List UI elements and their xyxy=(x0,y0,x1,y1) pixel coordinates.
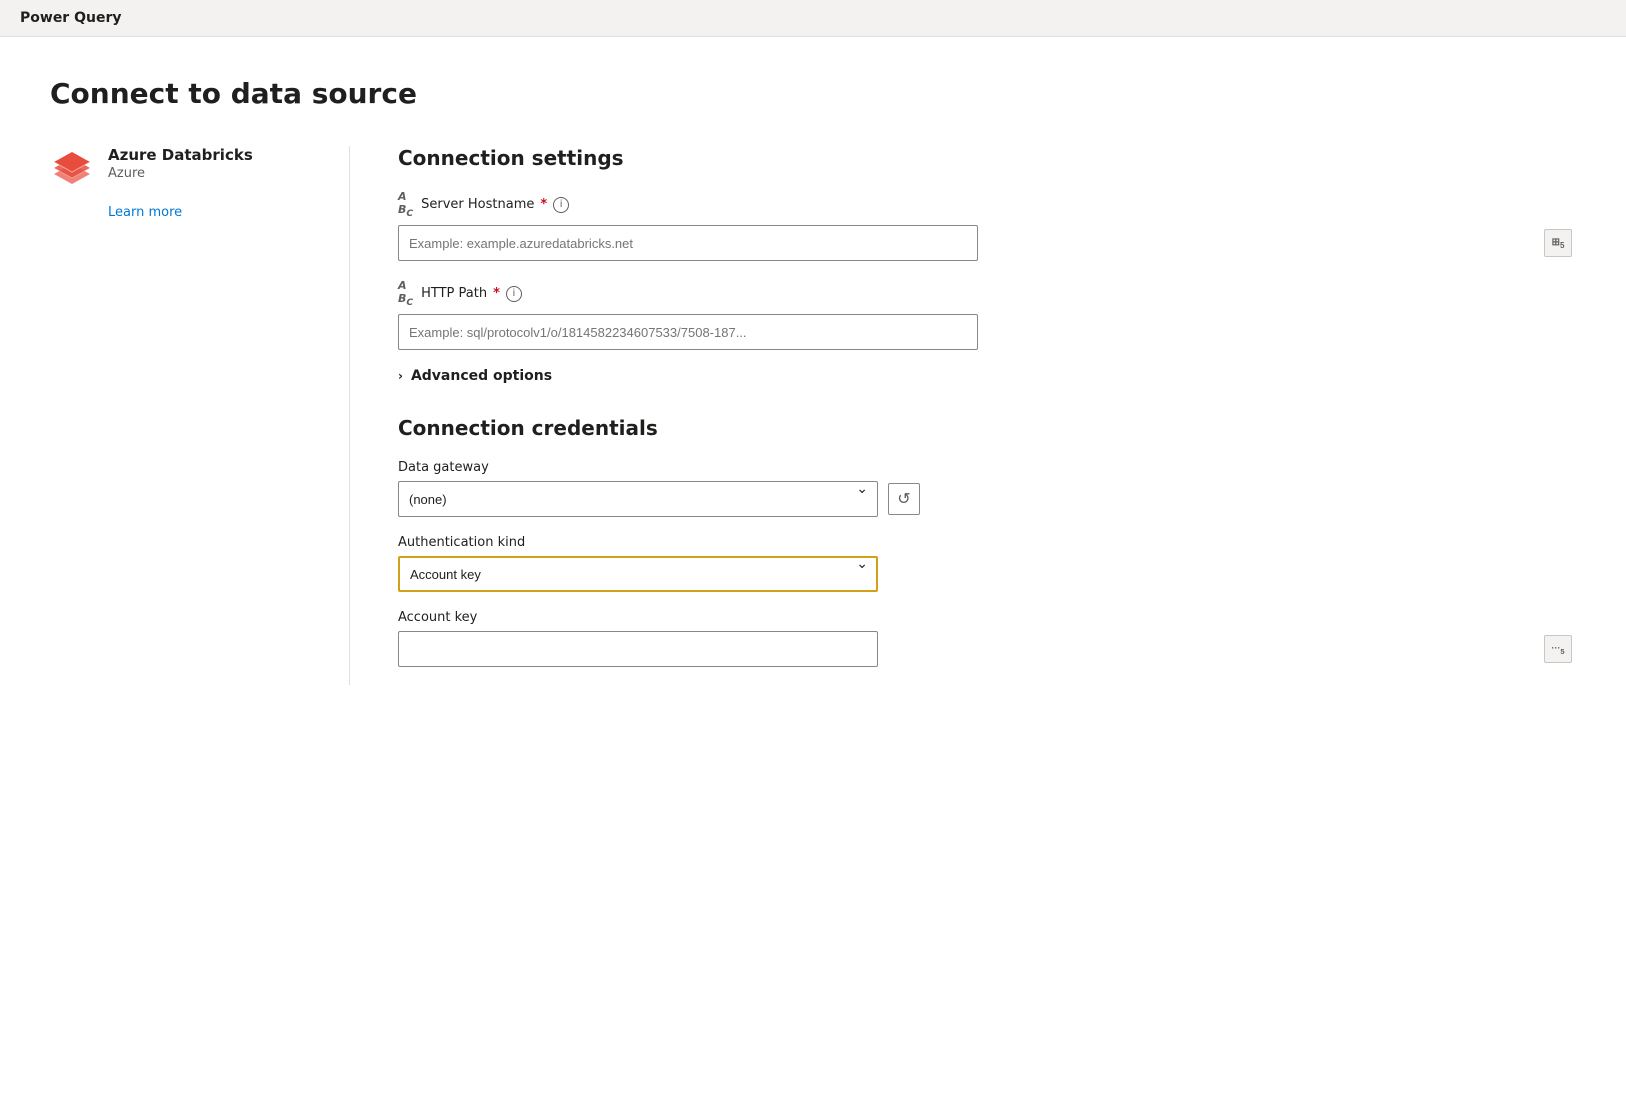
server-hostname-required: * xyxy=(540,197,547,212)
page-container: Connect to data source Azure Data xyxy=(0,37,1626,725)
page-title: Connect to data source xyxy=(50,77,1576,110)
advanced-options-toggle[interactable]: › Advanced options xyxy=(398,368,1576,384)
abc-prefix-http: ABC xyxy=(398,279,413,308)
app-title: Power Query xyxy=(20,10,121,26)
connection-settings-title: Connection settings xyxy=(398,146,1576,170)
server-hostname-input-wrapper: ⊞5 xyxy=(398,225,1576,261)
param-icon: ⊞5 xyxy=(1552,237,1565,250)
account-key-input-wrapper: ···5 xyxy=(398,631,1576,667)
data-gateway-refresh-button[interactable]: ↺ xyxy=(888,483,920,515)
server-hostname-param-btn[interactable]: ⊞5 xyxy=(1544,229,1572,257)
data-gateway-select-container: (none) ⌄ xyxy=(398,481,878,517)
title-bar: Power Query xyxy=(0,0,1626,37)
authentication-kind-label-text: Authentication kind xyxy=(398,535,525,550)
http-path-label: ABC HTTP Path * i xyxy=(398,279,1576,308)
http-path-required: * xyxy=(493,286,500,301)
abc-prefix-hostname: ABC xyxy=(398,190,413,219)
learn-more-link[interactable]: Learn more xyxy=(108,205,182,220)
account-key-param-icon: ···5 xyxy=(1551,643,1564,656)
authentication-kind-select-container: Account key Username/Password OAuth2 ⌄ xyxy=(398,556,878,592)
http-path-info-icon[interactable]: i xyxy=(506,286,522,302)
data-gateway-group: Data gateway (none) ⌄ ↺ xyxy=(398,460,1576,517)
account-key-label: Account key xyxy=(398,610,1576,625)
connection-credentials-title: Connection credentials xyxy=(398,416,1576,440)
refresh-icon: ↺ xyxy=(897,489,910,509)
server-hostname-label: ABC Server Hostname * i xyxy=(398,190,1576,219)
main-layout: Azure Databricks Azure Learn more Connec… xyxy=(50,146,1576,685)
data-gateway-select-wrapper: (none) ⌄ ↺ xyxy=(398,481,1576,517)
connector-info: Azure Databricks Azure xyxy=(50,146,309,190)
account-key-reveal-btn[interactable]: ···5 xyxy=(1544,635,1572,663)
advanced-options-label: Advanced options xyxy=(411,368,552,384)
account-key-label-text: Account key xyxy=(398,610,477,625)
http-path-input[interactable] xyxy=(398,314,978,350)
chevron-right-icon: › xyxy=(398,369,403,383)
connector-category: Azure xyxy=(108,166,253,181)
server-hostname-info-icon[interactable]: i xyxy=(553,197,569,213)
connector-text: Azure Databricks Azure xyxy=(108,146,253,181)
http-path-group: ABC HTTP Path * i xyxy=(398,279,1576,350)
data-gateway-select[interactable]: (none) xyxy=(398,481,878,517)
server-hostname-input[interactable] xyxy=(398,225,978,261)
server-hostname-group: ABC Server Hostname * i ⊞5 xyxy=(398,190,1576,261)
http-path-input-wrapper xyxy=(398,314,1576,350)
authentication-kind-group: Authentication kind Account key Username… xyxy=(398,535,1576,592)
left-panel: Azure Databricks Azure Learn more xyxy=(50,146,350,685)
server-hostname-label-text: Server Hostname xyxy=(421,197,534,212)
authentication-kind-select[interactable]: Account key Username/Password OAuth2 xyxy=(398,556,878,592)
data-gateway-label-text: Data gateway xyxy=(398,460,489,475)
account-key-input[interactable] xyxy=(398,631,878,667)
data-gateway-label: Data gateway xyxy=(398,460,1576,475)
http-path-label-text: HTTP Path xyxy=(421,286,487,301)
authentication-kind-label: Authentication kind xyxy=(398,535,1576,550)
databricks-icon xyxy=(50,146,94,190)
account-key-group: Account key ···5 xyxy=(398,610,1576,667)
connector-name: Azure Databricks xyxy=(108,146,253,164)
right-panel: Connection settings ABC Server Hostname … xyxy=(350,146,1576,685)
